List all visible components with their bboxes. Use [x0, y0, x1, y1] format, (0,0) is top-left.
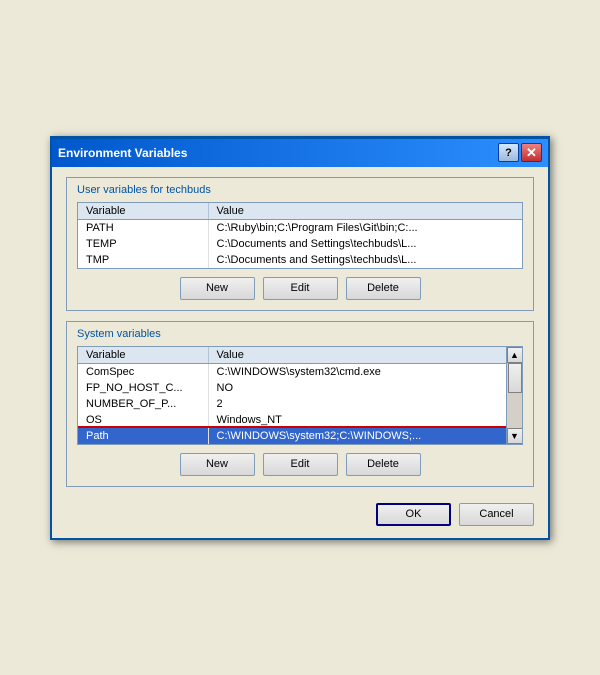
user-var-value: C:\Ruby\bin;C:\Program Files\Git\bin;C:.…: [208, 219, 522, 236]
sys-var-value: NO: [208, 380, 506, 396]
user-var-name: TEMP: [78, 236, 208, 252]
title-bar-buttons: ? ✕: [498, 143, 542, 162]
footer-buttons: OK Cancel: [66, 497, 534, 526]
scroll-up-arrow[interactable]: ▲: [507, 347, 523, 363]
user-var-name: TMP: [78, 252, 208, 268]
user-table-row[interactable]: PATHC:\Ruby\bin;C:\Program Files\Git\bin…: [78, 219, 522, 236]
help-button[interactable]: ?: [498, 143, 519, 162]
sys-delete-button[interactable]: Delete: [346, 453, 421, 476]
user-var-value: C:\Documents and Settings\techbuds\L...: [208, 236, 522, 252]
system-table-scroll-inner: Variable Value ComSpecC:\WINDOWS\system3…: [78, 347, 522, 444]
sys-table-row[interactable]: ComSpecC:\WINDOWS\system32\cmd.exe: [78, 363, 506, 380]
sys-var-value: Windows_NT: [208, 412, 506, 428]
user-variables-buttons: New Edit Delete: [77, 277, 523, 300]
sys-var-value: C:\WINDOWS\system32;C:\WINDOWS;...: [208, 428, 506, 444]
user-variables-legend: User variables for techbuds: [77, 184, 523, 196]
scroll-track[interactable]: [507, 363, 522, 428]
user-delete-button[interactable]: Delete: [346, 277, 421, 300]
user-variables-table: Variable Value PATHC:\Ruby\bin;C:\Progra…: [78, 203, 522, 268]
user-var-value: C:\Documents and Settings\techbuds\L...: [208, 252, 522, 268]
system-variables-group: System variables Variable Value ComSpecC…: [66, 321, 534, 487]
user-new-button[interactable]: New: [180, 277, 255, 300]
sys-table-row[interactable]: FP_NO_HOST_C...NO: [78, 380, 506, 396]
environment-variables-dialog: Environment Variables ? ✕ User variables…: [50, 136, 550, 540]
scroll-thumb[interactable]: [508, 363, 522, 393]
sys-var-value: 2: [208, 396, 506, 412]
system-variables-buttons: New Edit Delete: [77, 453, 523, 476]
dialog-body: User variables for techbuds Variable Val…: [52, 167, 548, 538]
system-variables-table: Variable Value ComSpecC:\WINDOWS\system3…: [78, 347, 506, 444]
sys-var-name: FP_NO_HOST_C...: [78, 380, 208, 396]
scroll-down-arrow[interactable]: ▼: [507, 428, 523, 444]
ok-button[interactable]: OK: [376, 503, 451, 526]
sys-col-value: Value: [208, 347, 506, 364]
sys-var-name: OS: [78, 412, 208, 428]
close-button[interactable]: ✕: [521, 143, 542, 162]
user-col-value: Value: [208, 203, 522, 220]
sys-table-row[interactable]: NUMBER_OF_P...2: [78, 396, 506, 412]
cancel-button[interactable]: Cancel: [459, 503, 534, 526]
user-var-name: PATH: [78, 219, 208, 236]
sys-edit-button[interactable]: Edit: [263, 453, 338, 476]
sys-var-name: NUMBER_OF_P...: [78, 396, 208, 412]
system-table-scrollbar[interactable]: ▲ ▼: [506, 347, 522, 444]
title-bar: Environment Variables ? ✕: [52, 139, 548, 167]
system-variables-legend: System variables: [77, 328, 523, 340]
sys-var-name: ComSpec: [78, 363, 208, 380]
user-variables-table-wrapper: Variable Value PATHC:\Ruby\bin;C:\Progra…: [77, 202, 523, 269]
sys-col-variable: Variable: [78, 347, 208, 364]
sys-new-button[interactable]: New: [180, 453, 255, 476]
sys-var-name: Path: [78, 428, 208, 444]
system-variables-table-wrapper: Variable Value ComSpecC:\WINDOWS\system3…: [77, 346, 523, 445]
user-table-row[interactable]: TEMPC:\Documents and Settings\techbuds\L…: [78, 236, 522, 252]
user-variables-group: User variables for techbuds Variable Val…: [66, 177, 534, 311]
sys-var-value: C:\WINDOWS\system32\cmd.exe: [208, 363, 506, 380]
user-table-row[interactable]: TMPC:\Documents and Settings\techbuds\L.…: [78, 252, 522, 268]
user-edit-button[interactable]: Edit: [263, 277, 338, 300]
dialog-title: Environment Variables: [58, 146, 187, 160]
user-col-variable: Variable: [78, 203, 208, 220]
sys-table-row[interactable]: PathC:\WINDOWS\system32;C:\WINDOWS;...: [78, 428, 506, 444]
sys-table-row[interactable]: OSWindows_NT: [78, 412, 506, 428]
